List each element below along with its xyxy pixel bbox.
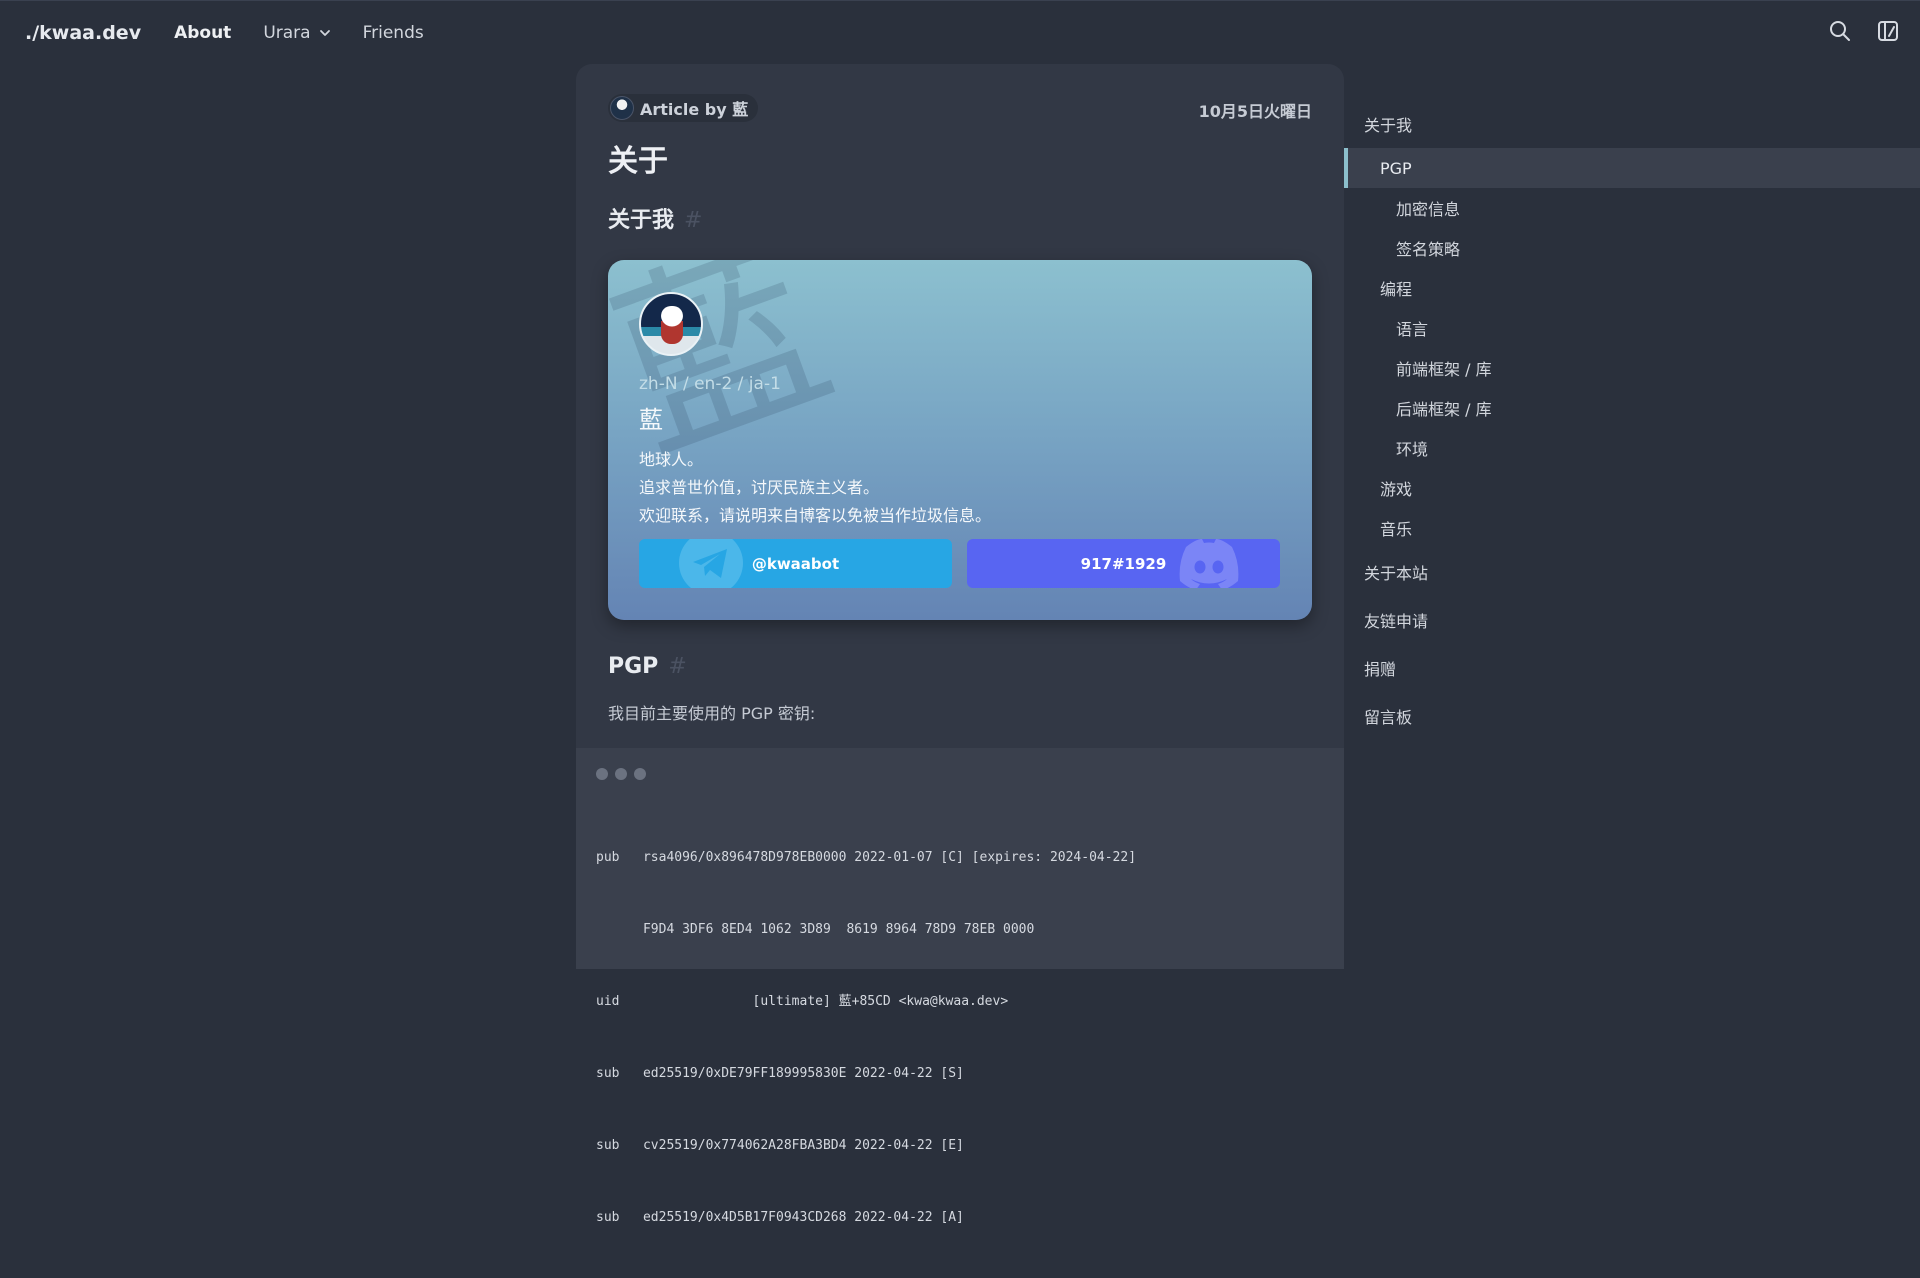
page-title: 关于 [608, 144, 668, 179]
window-dot [634, 768, 646, 780]
theme-icon[interactable] [1876, 19, 1900, 43]
toc-item-frontend[interactable]: 前端框架 / 库 [1344, 348, 1920, 388]
heading-anchor-link[interactable]: # [684, 208, 702, 233]
profile-avatar [639, 292, 703, 356]
profile-languages: zh-N / en-2 / ja-1 [639, 374, 781, 394]
heading-pgp: PGP # [608, 654, 687, 679]
avatar-figure [661, 306, 683, 344]
navbar: ./kwaa.dev About Urara Friends [0, 0, 1920, 64]
toc-item-signing-policy[interactable]: 签名策略 [1344, 228, 1920, 268]
telegram-icon [679, 539, 743, 588]
toc-item-environment[interactable]: 环境 [1344, 428, 1920, 468]
window-dot [615, 768, 627, 780]
code-line: sub ed25519/0x4D5B17F0943CD268 2022-04-2… [596, 1210, 964, 1225]
nav-about[interactable]: About [174, 23, 231, 43]
discord-handle: 917#1929 [1080, 554, 1167, 573]
article-date: 10月5日火曜日 [1198, 102, 1312, 121]
pgp-key-listing: pub rsa4096/0x896478D978EB0000 2022-01-0… [596, 798, 1136, 1278]
toc-item-encrypted-info[interactable]: 加密信息 [1344, 188, 1920, 228]
pgp-intro: 我目前主要使用的 PGP 密钥: [608, 704, 816, 723]
table-of-contents: 关于我 PGP 加密信息 签名策略 编程 语言 前端框架 / 库 后端框架 / … [1344, 100, 1920, 740]
window-dots [596, 768, 646, 780]
heading-about-me-text: 关于我 [608, 208, 675, 233]
code-line: F9D4 3DF6 8ED4 1062 3D89 8619 8964 78D9 … [596, 922, 1035, 937]
heading-anchor-link[interactable]: # [668, 654, 686, 679]
nav-friends-label: Friends [362, 22, 424, 43]
toc-item-pgp[interactable]: PGP [1344, 148, 1920, 188]
navbar-actions [1828, 19, 1900, 43]
window-dot [596, 768, 608, 780]
nav-about-label: About [174, 22, 232, 43]
heading-about-me: 关于我 # [608, 202, 702, 234]
toc-item-languages[interactable]: 语言 [1344, 308, 1920, 348]
code-line: uid [ultimate] 藍+85CD <kwa@kwaa.dev> [596, 994, 1009, 1009]
toc-item-about-site[interactable]: 关于本站 [1344, 548, 1920, 596]
heading-pgp-text: PGP [608, 654, 659, 679]
code-line: sub cv25519/0x774062A28FBA3BD4 2022-04-2… [596, 1138, 964, 1153]
search-icon[interactable] [1828, 19, 1852, 43]
author-chip[interactable]: Article by 藍 [608, 94, 759, 122]
profile-bio-line: 欢迎联系，请说明来自博客以免被当作垃圾信息。 [639, 506, 992, 525]
toc-item-guestbook[interactable]: 留言板 [1344, 692, 1920, 740]
nav-urara-dropdown[interactable]: Urara [263, 23, 330, 43]
nav-friends[interactable]: Friends [363, 23, 424, 43]
article-card: Article by 藍 10月5日火曜日 关于 关于我 # 藍 zh-N / e… [576, 64, 1344, 1225]
toc-item-programming[interactable]: 编程 [1344, 268, 1920, 308]
nav-urara-label: Urara [263, 22, 311, 43]
profile-name: 藍 [639, 406, 663, 434]
discord-button[interactable]: 917#1929 [967, 539, 1280, 588]
discord-icon [1179, 539, 1239, 588]
chevron-down-icon [319, 29, 330, 36]
code-line: pub rsa4096/0x896478D978EB0000 2022-01-0… [596, 850, 1137, 865]
toc-item-donate[interactable]: 捐赠 [1344, 644, 1920, 692]
author-label: Article by 藍 [640, 100, 749, 119]
code-line: sub ed25519/0xDE79FF189995830E 2022-04-2… [596, 1066, 964, 1081]
profile-bio-line: 地球人。 [639, 450, 704, 469]
toc-item-games[interactable]: 游戏 [1344, 468, 1920, 508]
profile-card: 藍 zh-N / en-2 / ja-1 藍 地球人。 追求普世价值，讨厌民族主… [608, 260, 1312, 620]
article-meta: Article by 藍 10月5日火曜日 [608, 94, 1312, 122]
toc-item-about-me[interactable]: 关于我 [1344, 100, 1920, 148]
code-block: pub rsa4096/0x896478D978EB0000 2022-01-0… [576, 748, 1344, 1225]
telegram-button[interactable]: @kwaabot [639, 539, 952, 588]
author-avatar [610, 96, 634, 120]
profile-bio-line: 追求普世价值，讨厌民族主义者。 [639, 478, 880, 497]
telegram-handle: @kwaabot [751, 554, 840, 573]
site-brand[interactable]: ./kwaa.dev [25, 22, 141, 44]
toc-item-music[interactable]: 音乐 [1344, 508, 1920, 548]
toc-item-friend-links[interactable]: 友链申请 [1344, 596, 1920, 644]
toc-item-backend[interactable]: 后端框架 / 库 [1344, 388, 1920, 428]
